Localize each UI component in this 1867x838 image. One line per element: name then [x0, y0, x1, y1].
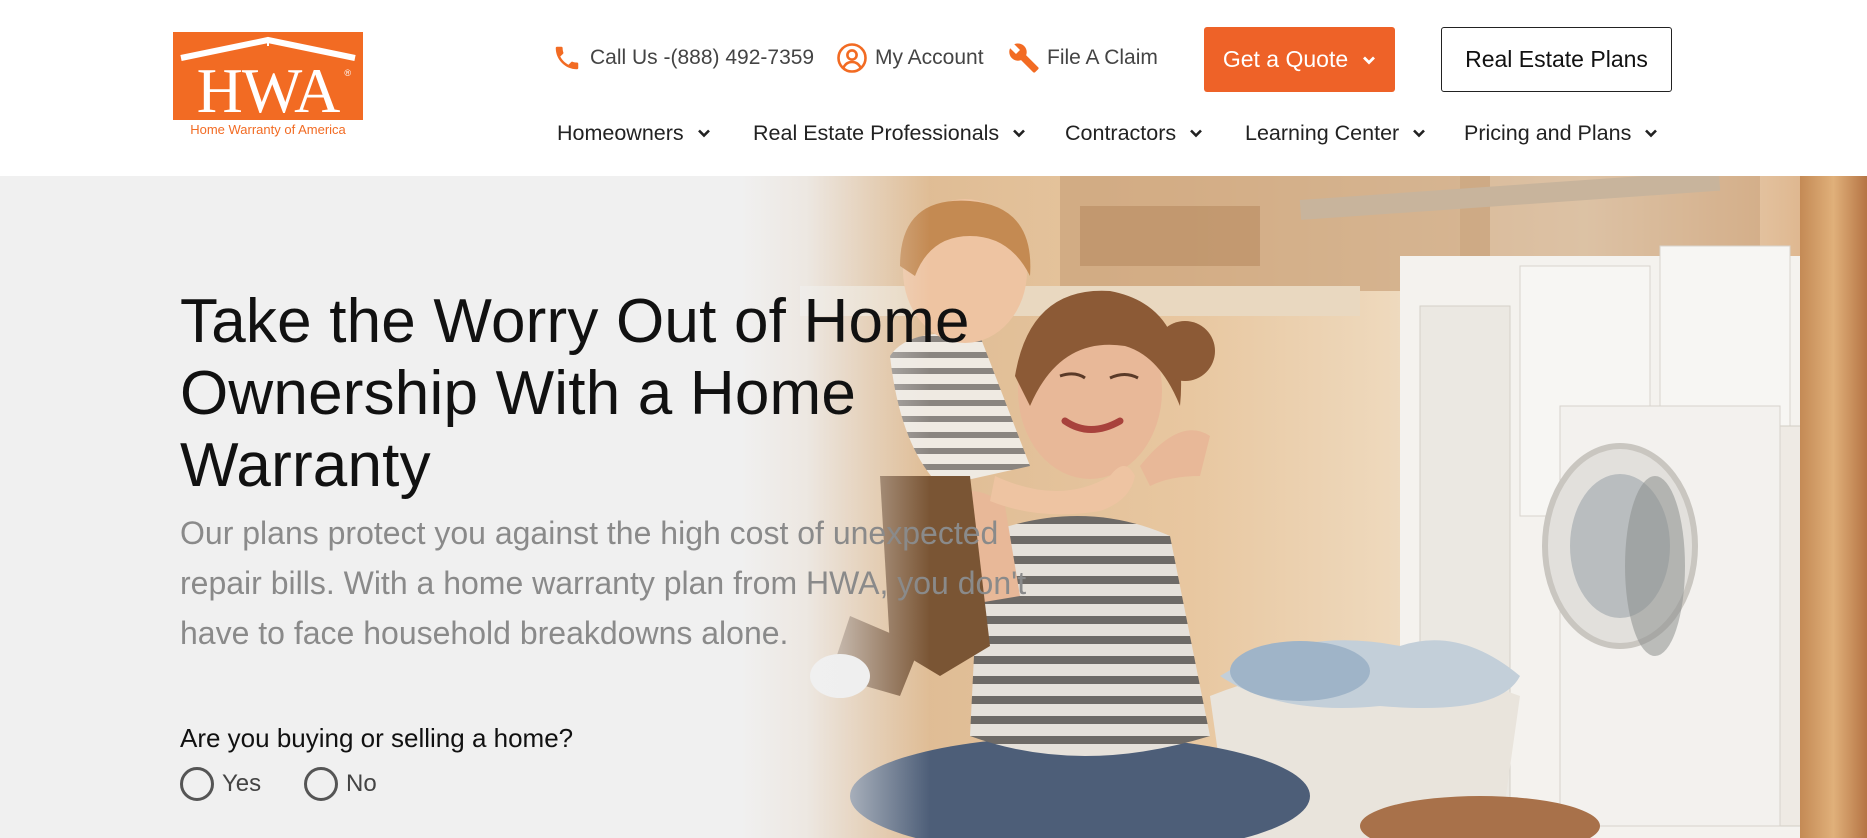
radio-yes-circle[interactable]: [180, 767, 214, 801]
my-account-label: My Account: [875, 46, 984, 69]
file-a-claim-link[interactable]: File A Claim: [1007, 38, 1158, 78]
hero-section: Take the Worry Out of Home Ownership Wit…: [0, 176, 1867, 838]
chevron-down-icon: [1188, 125, 1204, 141]
hwa-logo[interactable]: HWA ® Home Warranty of America: [173, 32, 363, 142]
chevron-down-icon: [696, 125, 712, 141]
hero-subtitle: Our plans protect you against the high c…: [180, 515, 1027, 651]
my-account-link[interactable]: My Account: [835, 38, 984, 78]
nav-homeowners[interactable]: Homeowners: [557, 113, 712, 153]
nav-contractors[interactable]: Contractors: [1065, 113, 1204, 153]
call-us-link[interactable]: Call Us -(888) 492-7359: [550, 38, 814, 78]
radio-yes[interactable]: Yes: [180, 766, 261, 802]
chevron-down-icon: [1011, 125, 1027, 141]
get-a-quote-button[interactable]: Get a Quote: [1204, 27, 1395, 92]
radio-no-label: No: [346, 770, 377, 797]
nav-pricing-and-plans[interactable]: Pricing and Plans: [1464, 113, 1659, 153]
chevron-down-icon: [1643, 125, 1659, 141]
nav-learning-center[interactable]: Learning Center: [1245, 113, 1427, 153]
wrench-icon: [1007, 41, 1041, 75]
radio-no[interactable]: No: [304, 766, 377, 802]
call-us-label: Call Us -(888) 492-7359: [590, 46, 815, 69]
chevron-down-icon: [1411, 125, 1427, 141]
nav-learning-center-label: Learning Center: [1245, 120, 1400, 145]
logo-letters: HWA: [196, 55, 341, 121]
nav-homeowners-label: Homeowners: [557, 120, 684, 145]
user-circle-icon: [835, 41, 869, 75]
nav-contractors-label: Contractors: [1065, 120, 1177, 145]
nav-real-estate-professionals-label: Real Estate Professionals: [753, 120, 1000, 145]
buying-selling-question: Are you buying or selling a home?: [180, 723, 574, 753]
logo-box: HWA ®: [173, 32, 363, 120]
site-header: HWA ® Home Warranty of America Call Us -…: [0, 0, 1867, 176]
hero-title: Take the Worry Out of Home Ownership Wit…: [180, 287, 970, 500]
chevron-down-icon: [1363, 56, 1376, 64]
radio-no-circle[interactable]: [304, 767, 338, 801]
get-a-quote-label: Get a Quote: [1222, 46, 1349, 72]
logo-tagline: Home Warranty of America: [190, 122, 346, 137]
nav-real-estate-professionals[interactable]: Real Estate Professionals: [753, 113, 1027, 153]
radio-yes-label: Yes: [222, 770, 262, 797]
registered-mark: ®: [344, 68, 351, 78]
real-estate-plans-label: Real Estate Plans: [1465, 46, 1648, 72]
file-a-claim-label: File A Claim: [1047, 46, 1158, 69]
phone-icon: [550, 41, 584, 75]
nav-pricing-and-plans-label: Pricing and Plans: [1464, 120, 1632, 145]
hero-photo: [740, 176, 1867, 838]
real-estate-plans-button[interactable]: Real Estate Plans: [1441, 27, 1672, 92]
